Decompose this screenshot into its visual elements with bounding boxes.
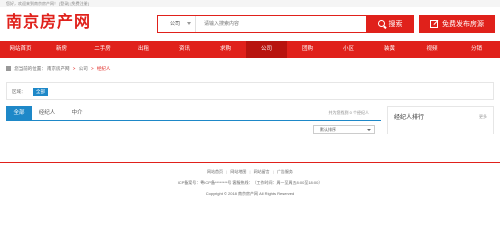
footer-link-home[interactable]: 网站首页: [207, 169, 223, 174]
nav-item-new-homes[interactable]: 新房: [41, 41, 82, 58]
footer-copyright: Copyright © 2018 南京房产网 All Rights Reserv…: [205, 191, 295, 196]
region-filter: 区域： 全部: [6, 82, 494, 100]
breadcrumb-prefix: 您当前的位置：: [14, 66, 46, 71]
register-link[interactable]: [免费注册]: [70, 1, 88, 6]
footer-link-ads[interactable]: 广告服务: [277, 169, 293, 174]
footer-icp: ICP备案号：粤ICP备********号 客服热线：（工作时间：周一至周五8:…: [177, 180, 323, 185]
divider: |: [249, 169, 251, 174]
divider: |: [272, 169, 274, 174]
nav-item-decoration[interactable]: 装黄: [369, 41, 410, 58]
agent-type-tabs: 全部 经纪人 中介 共为您找到 0 个经纪人: [6, 106, 381, 121]
search-button[interactable]: 搜索: [366, 14, 414, 33]
tab-all[interactable]: 全部: [6, 106, 32, 120]
footer-link-sitemap[interactable]: 网站地图: [230, 169, 246, 174]
ranking-more-link[interactable]: 更多: [479, 114, 487, 120]
greeting-label: 您好，欢迎来到南京房产网！: [6, 1, 58, 6]
agent-ranking-panel: 经纪人排行 更多: [387, 106, 494, 134]
publish-button-label: 免费发布房源: [442, 21, 484, 28]
search-button-label: 搜索: [388, 20, 403, 28]
main-nav: 网站首页 新房 二手房 出租 资讯 求购 公司 团购 小区 装黄 视频 分销: [0, 41, 500, 58]
search-icon: [377, 20, 385, 27]
home-icon: [6, 66, 11, 71]
breadcrumb-current: 经纪人: [96, 66, 111, 71]
search-bar: 公司 搜索: [157, 14, 414, 33]
footer-link-feedback[interactable]: 网站留言: [254, 169, 270, 174]
nav-item-video[interactable]: 视频: [410, 41, 454, 58]
logo-text: 南京房产网: [6, 14, 92, 31]
chevron-right-icon: >: [72, 66, 76, 71]
nav-item-news[interactable]: 资讯: [164, 41, 205, 58]
nav-item-home[interactable]: 网站首页: [0, 41, 41, 58]
site-logo[interactable]: 南京房产网: [6, 12, 91, 34]
search-category-value: 公司: [170, 21, 181, 27]
region-option-all[interactable]: 全部: [33, 88, 48, 96]
breadcrumb-link-site[interactable]: 南京房产网: [47, 66, 70, 71]
breadcrumb-link-company[interactable]: 公司: [79, 66, 88, 71]
publish-listing-button[interactable]: 免费发布房源: [419, 15, 495, 33]
nav-item-wanted[interactable]: 求购: [205, 41, 246, 58]
nav-item-group-buy[interactable]: 团购: [287, 41, 328, 58]
top-bar: 您好，欢迎来到南京房产网！ [登录] [免费注册]: [0, 0, 500, 7]
sort-select-value: 默认排序: [320, 127, 336, 132]
login-link[interactable]: [登录]: [59, 1, 69, 6]
nav-item-distribution[interactable]: 分销: [454, 41, 499, 58]
search-category-select[interactable]: 公司: [158, 16, 196, 32]
footer-links: 网站首页 | 网站地图 | 网站留言 | 广告服务: [0, 169, 500, 175]
sort-select[interactable]: 默认排序: [313, 125, 375, 134]
nav-item-second-hand[interactable]: 二手房: [82, 41, 123, 58]
divider: |: [226, 169, 228, 174]
footer-divider: [0, 162, 500, 163]
tab-agents[interactable]: 经纪人: [32, 106, 62, 120]
breadcrumb: 您当前的位置： 南京房产网 > 公司 > 经纪人: [6, 65, 110, 73]
nav-item-company[interactable]: 公司: [246, 41, 287, 58]
edit-icon: [430, 20, 438, 28]
ranking-title: 经纪人排行: [394, 115, 425, 121]
chevron-down-icon: [187, 22, 191, 25]
welcome-text: 您好，欢迎来到南京房产网！ [登录] [免费注册]: [6, 0, 89, 7]
region-filter-label: 区域：: [12, 89, 26, 94]
tab-agencies[interactable]: 中介: [62, 106, 92, 120]
result-count: 共为您找到 0 个经纪人: [328, 110, 369, 115]
nav-item-community[interactable]: 小区: [328, 41, 369, 58]
chevron-down-icon: [367, 128, 371, 131]
search-input[interactable]: [196, 16, 366, 32]
chevron-right-icon: >: [90, 66, 94, 71]
nav-item-rent[interactable]: 出租: [123, 41, 164, 58]
